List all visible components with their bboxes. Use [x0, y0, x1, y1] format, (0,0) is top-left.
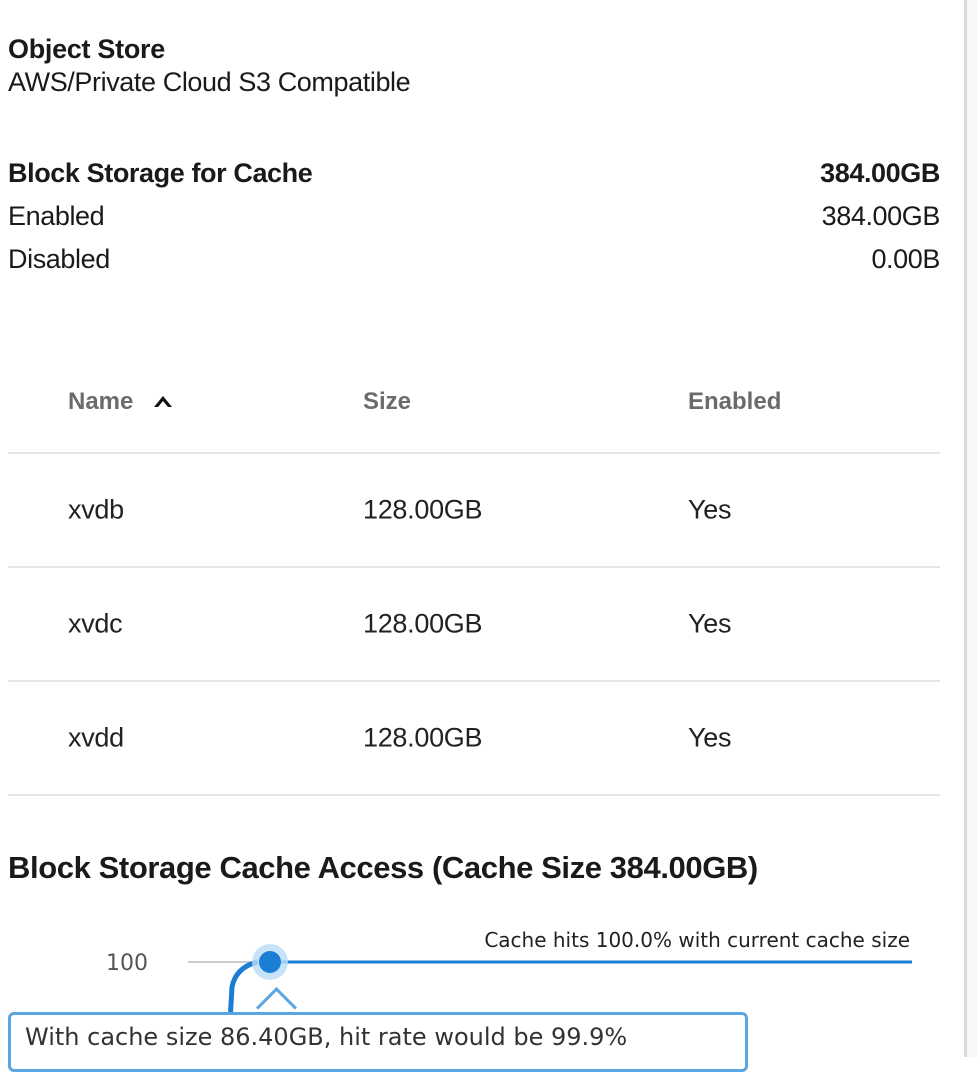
- block-storage-disabled-row: Disabled 0.00B: [8, 242, 940, 276]
- column-header-name[interactable]: Name: [68, 388, 175, 416]
- y-tick-label: 100: [106, 951, 148, 976]
- cache-access-title: Block Storage Cache Access (Cache Size 3…: [8, 850, 758, 885]
- disabled-value: 0.00B: [871, 244, 940, 274]
- cell-size: 128.00GB: [363, 494, 483, 525]
- chart-tooltip: With cache size 86.40GB, hit rate would …: [8, 1012, 748, 1072]
- table-row[interactable]: xvdb 128.00GB Yes: [8, 454, 940, 568]
- arrow-up-icon[interactable]: [151, 390, 175, 414]
- cell-name: xvdc: [68, 608, 123, 639]
- table-header: Name Size Enabled: [8, 352, 940, 454]
- column-header-size-label: Size: [363, 388, 412, 415]
- cell-size: 128.00GB: [363, 722, 483, 753]
- cell-enabled: Yes: [688, 608, 732, 639]
- column-header-size[interactable]: Size: [363, 388, 411, 416]
- table-row[interactable]: xvdc 128.00GB Yes: [8, 568, 940, 682]
- object-store-type: AWS/Private Cloud S3 Compatible: [8, 67, 411, 97]
- cell-name: xvdb: [68, 494, 124, 525]
- object-store-title: Object Store: [8, 34, 165, 64]
- column-header-name-label: Name: [68, 388, 134, 415]
- devices-table: Name Size Enabled xvdb 128.00GB Yes xvdc…: [8, 352, 940, 796]
- scrollbar-track[interactable]: [967, 0, 977, 1057]
- block-storage-total: 384.00GB: [820, 158, 940, 188]
- disabled-label: Disabled: [8, 244, 110, 274]
- table-row[interactable]: xvdd 128.00GB Yes: [8, 682, 940, 796]
- block-storage-title: Block Storage for Cache: [8, 158, 313, 188]
- chart-annotation: Cache hits 100.0% with current cache siz…: [484, 928, 910, 952]
- object-store-section: Object Store AWS/Private Cloud S3 Compat…: [8, 32, 411, 99]
- column-header-enabled[interactable]: Enabled: [688, 388, 781, 416]
- data-point[interactable]: [259, 951, 281, 973]
- block-storage-header: Block Storage for Cache 384.00GB: [8, 156, 940, 190]
- cell-enabled: Yes: [688, 494, 732, 525]
- block-storage-enabled-row: Enabled 384.00GB: [8, 199, 940, 233]
- cell-name: xvdd: [68, 722, 124, 753]
- column-header-enabled-label: Enabled: [688, 388, 782, 415]
- enabled-value: 384.00GB: [821, 201, 941, 231]
- enabled-label: Enabled: [8, 201, 105, 231]
- cell-enabled: Yes: [688, 722, 732, 753]
- cell-size: 128.00GB: [363, 608, 483, 639]
